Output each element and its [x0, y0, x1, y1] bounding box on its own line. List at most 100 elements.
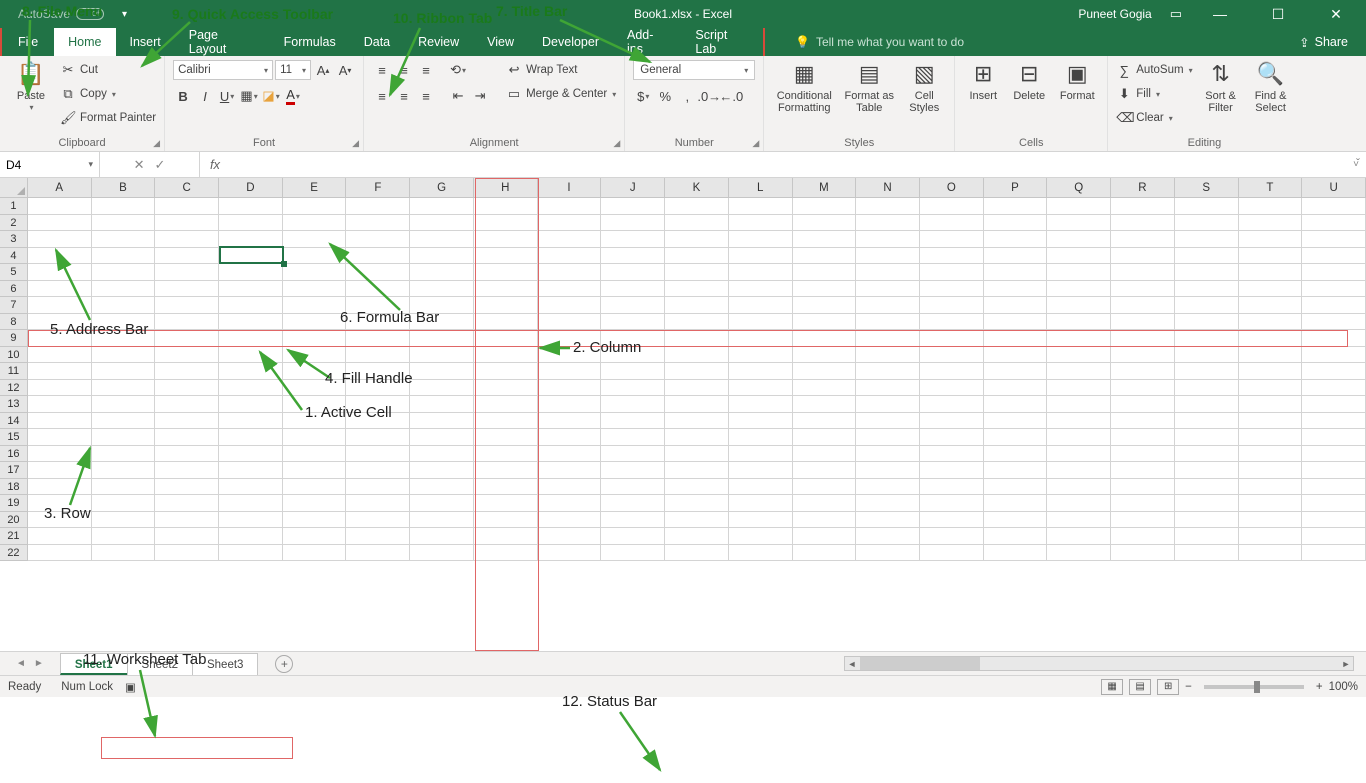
currency-icon[interactable]: $▾ [633, 86, 653, 106]
cell[interactable] [920, 297, 984, 314]
cell[interactable] [1239, 347, 1303, 364]
cell[interactable] [1239, 264, 1303, 281]
cell[interactable] [920, 512, 984, 529]
col-header[interactable]: U [1302, 178, 1366, 197]
cell[interactable] [92, 413, 156, 430]
cell[interactable] [219, 264, 283, 281]
tab-file[interactable]: File [2, 28, 54, 56]
row-header[interactable]: 11 [0, 363, 28, 380]
tab-insert[interactable]: Insert [116, 28, 175, 56]
cell[interactable] [1111, 429, 1175, 446]
cell[interactable] [984, 297, 1048, 314]
zoom-level[interactable]: 100% [1329, 681, 1358, 693]
number-launcher-icon[interactable]: ◢ [752, 138, 759, 149]
cell[interactable] [665, 314, 729, 331]
cell[interactable] [219, 215, 283, 232]
col-header[interactable]: F [346, 178, 410, 197]
cell[interactable] [1047, 248, 1111, 265]
format-painter-button[interactable]: 🖌Format Painter [60, 108, 156, 128]
cell[interactable] [538, 429, 602, 446]
cell[interactable] [410, 495, 474, 512]
cell[interactable] [984, 347, 1048, 364]
cell[interactable] [28, 413, 92, 430]
cell[interactable] [538, 281, 602, 298]
cell[interactable] [28, 281, 92, 298]
cell[interactable] [729, 495, 793, 512]
cell[interactable] [1175, 446, 1239, 463]
cell[interactable] [410, 248, 474, 265]
cell[interactable] [1047, 363, 1111, 380]
cell[interactable] [601, 413, 665, 430]
cell[interactable] [601, 495, 665, 512]
cell[interactable] [474, 347, 538, 364]
alignment-launcher-icon[interactable]: ◢ [613, 138, 620, 149]
cell[interactable] [665, 264, 729, 281]
formula-input[interactable] [230, 152, 1346, 177]
cell[interactable] [410, 347, 474, 364]
cell[interactable] [856, 396, 920, 413]
cell[interactable] [1111, 198, 1175, 215]
cell[interactable] [1239, 215, 1303, 232]
align-left-icon[interactable]: ≡ [372, 86, 392, 106]
row-header[interactable]: 3 [0, 231, 28, 248]
merge-center-button[interactable]: ▭Merge & Center▾ [506, 84, 616, 104]
cell[interactable] [283, 512, 347, 529]
cell[interactable] [1047, 479, 1111, 496]
cell[interactable] [665, 215, 729, 232]
cell[interactable] [1047, 495, 1111, 512]
col-header[interactable]: Q [1047, 178, 1111, 197]
cell[interactable] [346, 231, 410, 248]
cell[interactable] [474, 297, 538, 314]
cell[interactable] [665, 248, 729, 265]
cell[interactable] [219, 231, 283, 248]
cell[interactable] [1047, 545, 1111, 562]
cell[interactable] [474, 446, 538, 463]
row-header[interactable]: 17 [0, 462, 28, 479]
cell[interactable] [665, 198, 729, 215]
cell[interactable] [28, 198, 92, 215]
percent-icon[interactable]: % [655, 86, 675, 106]
row-header[interactable]: 14 [0, 413, 28, 430]
cell[interactable] [1175, 380, 1239, 397]
orientation-icon[interactable]: ⟲▾ [448, 60, 468, 80]
cell[interactable] [1047, 528, 1111, 545]
cell[interactable] [346, 380, 410, 397]
cell[interactable] [1175, 512, 1239, 529]
cell[interactable] [474, 528, 538, 545]
cell[interactable] [28, 231, 92, 248]
cell[interactable] [665, 512, 729, 529]
cell[interactable] [1302, 231, 1366, 248]
tab-home[interactable]: Home [54, 28, 115, 56]
row-header[interactable]: 22 [0, 545, 28, 562]
cell[interactable] [155, 495, 219, 512]
cell[interactable] [1302, 512, 1366, 529]
cell[interactable] [1175, 462, 1239, 479]
cut-button[interactable]: ✂Cut [60, 60, 156, 80]
row-header[interactable]: 16 [0, 446, 28, 463]
cell[interactable] [856, 528, 920, 545]
cell[interactable] [793, 215, 857, 232]
autosave-switch[interactable]: Off [76, 8, 104, 20]
cell[interactable] [1175, 314, 1239, 331]
zoom-slider[interactable] [1204, 685, 1304, 689]
cell[interactable] [92, 380, 156, 397]
cell[interactable] [28, 429, 92, 446]
cell[interactable] [1239, 545, 1303, 562]
tab-data[interactable]: Data [350, 28, 404, 56]
cell[interactable] [601, 330, 665, 347]
cell[interactable] [346, 330, 410, 347]
col-header[interactable]: N [856, 178, 920, 197]
cell[interactable] [1239, 198, 1303, 215]
cell[interactable] [793, 363, 857, 380]
cell[interactable] [601, 281, 665, 298]
cell[interactable] [601, 380, 665, 397]
cell[interactable] [410, 330, 474, 347]
cell[interactable] [1302, 479, 1366, 496]
cell[interactable] [346, 396, 410, 413]
row-header[interactable]: 21 [0, 528, 28, 545]
cell[interactable] [538, 545, 602, 562]
row-header[interactable]: 18 [0, 479, 28, 496]
cell[interactable] [92, 363, 156, 380]
col-header[interactable]: O [920, 178, 984, 197]
conditional-formatting-button[interactable]: ▦Conditional Formatting [772, 60, 836, 114]
